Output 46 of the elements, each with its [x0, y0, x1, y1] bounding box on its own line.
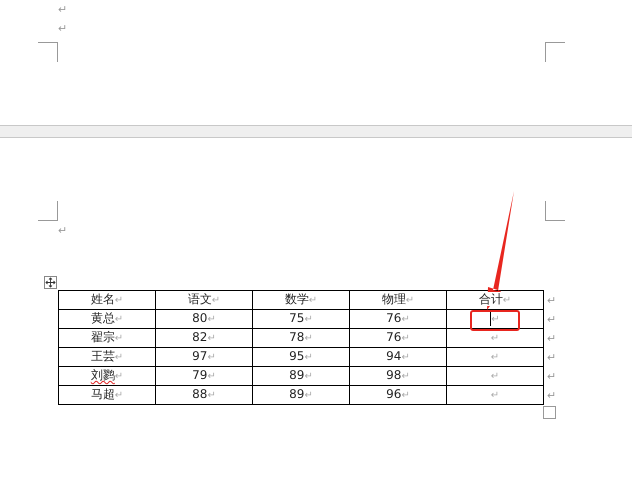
table-move-handle-icon[interactable]: [44, 276, 57, 289]
table-cell: 76↵: [350, 310, 446, 328]
table-cell: 75↵: [252, 310, 350, 328]
table-cell: 97↵: [156, 348, 252, 366]
table-cell: 80↵: [156, 310, 252, 328]
margin-corner-mark: [38, 42, 58, 62]
header-cell: 姓名↵: [58, 290, 156, 310]
margin-corner-mark: [545, 42, 565, 62]
table-cell: 翟宗↵: [58, 328, 156, 348]
table-cell: 94↵: [350, 348, 446, 366]
table-cell: 82↵: [156, 328, 252, 348]
table-cell: ↵: [446, 328, 544, 348]
row-end-mark: ↵: [547, 294, 556, 307]
header-cell: 合计↵: [446, 290, 544, 310]
row-end-mark: ↵: [547, 389, 556, 402]
table-cell: 88↵: [156, 386, 252, 404]
header-cell: 数学↵: [252, 290, 350, 310]
table-cell: 黄总↵: [58, 310, 156, 328]
table-cell: 96↵: [350, 386, 446, 404]
table-cell: 79↵: [156, 366, 252, 386]
table-cell: ↵: [446, 366, 544, 386]
table-cell: 刘鹨↵: [58, 366, 156, 386]
table-cell: 王芸↵: [58, 348, 156, 366]
row-end-mark: ↵: [547, 351, 556, 364]
header-cell: 语文↵: [156, 290, 252, 310]
margin-corner-mark: [38, 201, 58, 221]
table-resize-handle[interactable]: [543, 406, 556, 419]
header-cell: 物理↵: [350, 290, 446, 310]
margin-corner-mark: [545, 201, 565, 221]
table-cell: 78↵: [252, 328, 350, 348]
row-end-mark: ↵: [547, 370, 556, 383]
row-end-mark: ↵: [547, 332, 556, 345]
table-cell: ↵: [446, 348, 544, 366]
table-cell: 95↵: [252, 348, 350, 366]
table-cell: 马超↵: [58, 386, 156, 404]
table-cell: 89↵: [252, 386, 350, 404]
table-cell: 89↵: [252, 366, 350, 386]
highlight-box: [470, 310, 520, 331]
table-cell: ↵: [446, 310, 544, 328]
row-end-mark: ↵: [547, 313, 556, 326]
paragraph-mark: ↵: [58, 223, 68, 239]
table-cell: 98↵: [350, 366, 446, 386]
table-cell: 76↵: [350, 328, 446, 348]
table-cell: ↵: [446, 386, 544, 404]
paragraph-mark: ↵: [58, 2, 68, 18]
paragraph-mark: ↵: [58, 21, 68, 37]
